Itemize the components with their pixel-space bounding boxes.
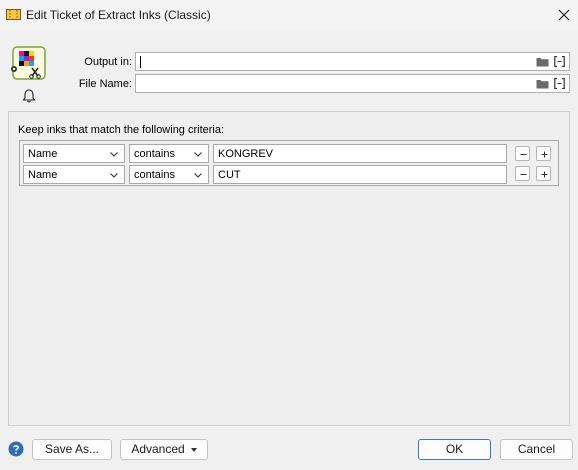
criteria-value-text: CUT xyxy=(218,169,241,181)
folder-icon[interactable] xyxy=(536,78,549,89)
add-criterion-button[interactable] xyxy=(536,146,551,161)
file-name-label: File Name: xyxy=(78,78,132,90)
variable-bracket-icon[interactable] xyxy=(554,56,565,67)
criteria-field-value: Name xyxy=(28,148,58,160)
remove-criterion-button[interactable] xyxy=(515,146,530,161)
minus-icon xyxy=(520,174,527,175)
text-caret xyxy=(140,56,141,68)
extract-inks-tool-icon xyxy=(11,46,46,80)
folder-icon[interactable] xyxy=(536,56,549,67)
criteria-value-input[interactable]: KONGREV xyxy=(213,144,507,163)
criteria-operator-select[interactable]: contains xyxy=(129,144,209,163)
advanced-label: Advanced xyxy=(131,442,185,456)
output-field[interactable] xyxy=(135,52,570,71)
criteria-field-select[interactable]: Name xyxy=(23,165,125,184)
file-name-field[interactable] xyxy=(135,74,570,93)
chevron-down-icon xyxy=(194,152,202,157)
criteria-field-value: Name xyxy=(28,169,58,181)
title-bar: Edit Ticket of Extract Inks (Classic) xyxy=(0,0,578,30)
ticket-icon xyxy=(6,9,21,20)
dropdown-arrow-icon xyxy=(190,447,197,452)
criteria-value-text: KONGREV xyxy=(218,148,274,160)
plus-icon xyxy=(541,171,548,178)
plus-icon xyxy=(541,151,548,158)
chevron-down-icon xyxy=(194,173,202,178)
cancel-button[interactable]: Cancel xyxy=(500,439,573,460)
help-icon[interactable] xyxy=(8,441,24,457)
chevron-down-icon xyxy=(110,173,118,178)
criteria-field-select[interactable]: Name xyxy=(23,144,125,163)
advanced-button[interactable]: Advanced xyxy=(120,439,208,460)
chevron-down-icon xyxy=(110,152,118,157)
bell-icon[interactable] xyxy=(21,88,37,104)
close-icon[interactable] xyxy=(554,5,574,25)
criteria-operator-value: contains xyxy=(134,169,175,181)
criteria-operator-value: contains xyxy=(134,148,175,160)
output-label: Output in: xyxy=(84,56,132,68)
criteria-operator-select[interactable]: contains xyxy=(129,165,209,184)
criteria-label: Keep inks that match the following crite… xyxy=(18,124,225,136)
window-title: Edit Ticket of Extract Inks (Classic) xyxy=(26,8,211,22)
remove-criterion-button[interactable] xyxy=(515,166,530,181)
variable-bracket-icon[interactable] xyxy=(554,78,565,89)
add-criterion-button[interactable] xyxy=(536,166,551,181)
minus-icon xyxy=(520,154,527,155)
ok-button[interactable]: OK xyxy=(418,439,491,460)
criteria-value-input[interactable]: CUT xyxy=(213,165,507,184)
save-as-button[interactable]: Save As... xyxy=(32,439,112,460)
